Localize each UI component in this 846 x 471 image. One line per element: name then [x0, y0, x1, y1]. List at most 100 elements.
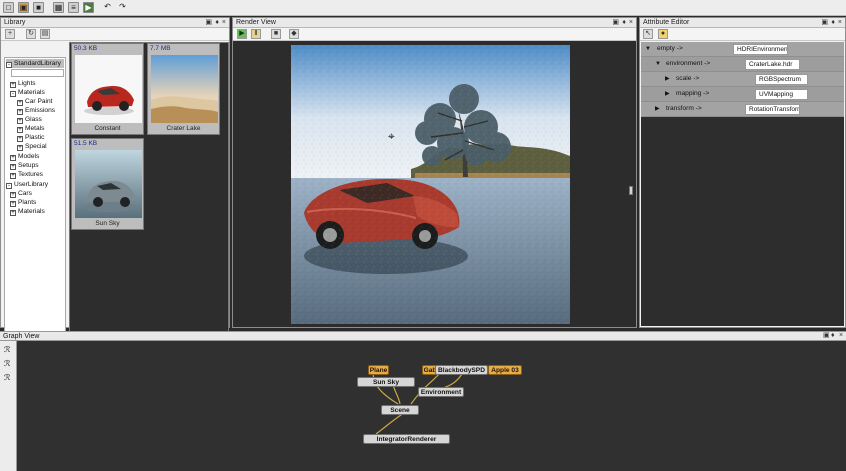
pin-icon[interactable]: ♦ — [622, 18, 626, 28]
tree-item-user-materials[interactable]: + Materials — [10, 207, 45, 216]
camera-icon[interactable]: ◆ — [289, 29, 299, 39]
graph-node-sun-sky[interactable]: Sun Sky — [357, 377, 415, 387]
tree-label: Emissions — [25, 107, 56, 114]
library-refresh-icon[interactable]: ↻ — [26, 29, 36, 39]
attribute-label: environment -> — [666, 60, 711, 67]
attribute-label: empty -> — [657, 45, 683, 52]
pick-icon[interactable]: ↖ — [643, 29, 653, 39]
attribute-value[interactable]: HDRIEnvironment — [733, 44, 788, 55]
tree-label: Special — [25, 143, 47, 150]
close-icon[interactable]: × — [838, 18, 842, 28]
thumb-label: Sun Sky — [95, 220, 120, 227]
tree-item-blank[interactable] — [11, 69, 64, 77]
tree-item-user-library[interactable]: - UserLibrary — [6, 180, 48, 189]
tree-toggle-icon[interactable]: + — [17, 145, 23, 151]
tree-item-standard-library[interactable]: - StandardLibrary — [6, 59, 64, 68]
dock-icon[interactable]: ▣ — [823, 331, 830, 341]
collapse-icon[interactable]: ▼ — [655, 61, 661, 67]
attribute-value[interactable]: UVMapping — [755, 89, 808, 100]
expand-icon[interactable]: ▶ — [665, 91, 671, 97]
tree-label: Plastic — [25, 134, 45, 141]
tree-label: Metals — [25, 125, 45, 132]
save-render-icon[interactable]: ■ — [271, 29, 281, 39]
graph-connect-icon[interactable]: ℛ — [4, 359, 14, 369]
tree-item-plastic[interactable]: + Plastic — [17, 133, 44, 142]
graph-toolbar: ℛ ℛ ℛ — [0, 341, 17, 471]
graph-node-scene[interactable]: Scene — [381, 405, 419, 415]
graph-view-title: Graph View — [0, 331, 846, 341]
library-add-icon[interactable]: + — [5, 29, 15, 39]
tree-label: Materials — [18, 208, 45, 215]
dock-icon[interactable]: ▣ — [612, 18, 619, 28]
terminal-icon[interactable]: ▶ — [83, 2, 94, 13]
thumb-image-sun-sky — [75, 150, 142, 218]
graph-node-integrator-renderer[interactable]: IntegratorRenderer — [363, 434, 450, 444]
pin-icon[interactable]: ♦ — [831, 18, 835, 28]
attribute-row-empty[interactable]: ▼ empty -> HDRIEnvironment — [641, 42, 844, 57]
attribute-row-transform[interactable]: ▶ transform -> RotationTransform — [641, 102, 844, 117]
open-icon[interactable]: ▣ — [18, 2, 29, 13]
library-import-icon[interactable]: ▤ — [40, 29, 50, 39]
play-icon[interactable]: ▶ — [237, 29, 247, 39]
render-resize-handle[interactable] — [629, 186, 633, 195]
tree-item-models[interactable]: + Models — [10, 152, 39, 161]
tree-item-lights[interactable]: + Lights — [10, 79, 36, 88]
attribute-row-scale[interactable]: ▶ scale -> RGBSpectrum — [641, 72, 844, 87]
material-thumb-sun-sky[interactable]: 51.5 KB Sun Sky — [71, 138, 144, 230]
expand-icon[interactable]: ▶ — [665, 76, 671, 82]
tree-item-setups[interactable]: + Setups — [10, 161, 39, 170]
thumb-image-crater-lake — [151, 55, 218, 123]
tree-toggle-icon[interactable]: + — [10, 173, 16, 179]
tree-item-metals[interactable]: + Metals — [17, 124, 44, 133]
thumb-label: Crater Lake — [166, 125, 201, 132]
grid-icon[interactable]: ▦ — [53, 2, 64, 13]
new-icon[interactable]: □ — [3, 2, 14, 13]
tree-toggle-icon[interactable]: - — [10, 91, 16, 97]
attribute-value[interactable]: CraterLake.hdr — [745, 59, 800, 70]
mouse-cursor-icon: ⌖ — [388, 129, 395, 143]
tree-item-textures[interactable]: + Textures — [10, 170, 43, 179]
attribute-row-environment[interactable]: ▼ environment -> CraterLake.hdr — [641, 57, 844, 72]
graph-node-blackbody-spd[interactable]: BlackbodySPD — [435, 365, 488, 375]
attribute-row-mapping[interactable]: ▶ mapping -> UVMapping — [641, 87, 844, 102]
graph-select-icon[interactable]: ℛ — [4, 345, 14, 355]
tree-item-plants[interactable]: + Plants — [10, 198, 36, 207]
thumb-size: 7.7 MB — [150, 45, 171, 52]
tree-item-special[interactable]: + Special — [17, 142, 47, 151]
graph-node-environment[interactable]: Environment — [418, 387, 464, 397]
close-icon[interactable]: × — [222, 18, 226, 28]
attribute-editor-panel: Attribute Editor ▣ ♦ × ↖ ● ▼ empty -> HD… — [639, 17, 846, 328]
pause-icon[interactable]: Ⅱ — [251, 29, 261, 39]
tree-toggle-icon[interactable]: + — [10, 210, 16, 216]
settings-icon[interactable]: ≡ — [68, 2, 79, 13]
graph-disconnect-icon[interactable]: ℛ — [4, 373, 14, 383]
dock-icon[interactable]: ▣ — [205, 18, 212, 28]
tree-label: Lights — [18, 80, 36, 87]
attribute-value[interactable]: RotationTransform — [745, 104, 800, 115]
tree-item-cars[interactable]: + Cars — [10, 189, 32, 198]
close-icon[interactable]: × — [629, 18, 633, 28]
attribute-value[interactable]: RGBSpectrum — [755, 74, 808, 85]
tree-item-materials[interactable]: - Materials — [10, 88, 45, 97]
tree-item-car-paint[interactable]: + Car Paint — [17, 97, 53, 106]
collapse-icon[interactable]: ▼ — [645, 46, 651, 52]
graph-node-apple-03[interactable]: Apple 03 — [488, 365, 522, 375]
attribute-editor-title: Attribute Editor — [640, 18, 845, 28]
thumb-image-constant — [75, 55, 142, 123]
dock-icon[interactable]: ▣ — [821, 18, 828, 28]
pin-icon[interactable]: ♦ — [831, 331, 835, 341]
undo-icon[interactable]: ↶ — [102, 2, 113, 13]
graph-canvas[interactable]: Plane Sun Sky Gab BlackbodySPD Apple 03 … — [17, 341, 846, 471]
expand-icon[interactable]: ▶ — [655, 106, 661, 112]
pin-icon[interactable]: ♦ — [215, 18, 219, 28]
graph-node-plane[interactable]: Plane — [368, 365, 389, 375]
close-icon[interactable]: × — [839, 331, 843, 341]
lock-icon[interactable]: ● — [658, 29, 668, 39]
save-icon[interactable]: ■ — [33, 2, 44, 13]
material-thumb-crater-lake[interactable]: 7.7 MB Crater Lake — [147, 43, 220, 135]
redo-icon[interactable]: ↷ — [117, 2, 128, 13]
tree-item-glass[interactable]: + Glass — [17, 115, 42, 124]
tree-item-emissions[interactable]: + Emissions — [17, 106, 55, 115]
material-thumb-constant[interactable]: 50.3 KB Constant — [71, 43, 144, 135]
tree-toggle-icon[interactable]: - — [6, 62, 12, 68]
